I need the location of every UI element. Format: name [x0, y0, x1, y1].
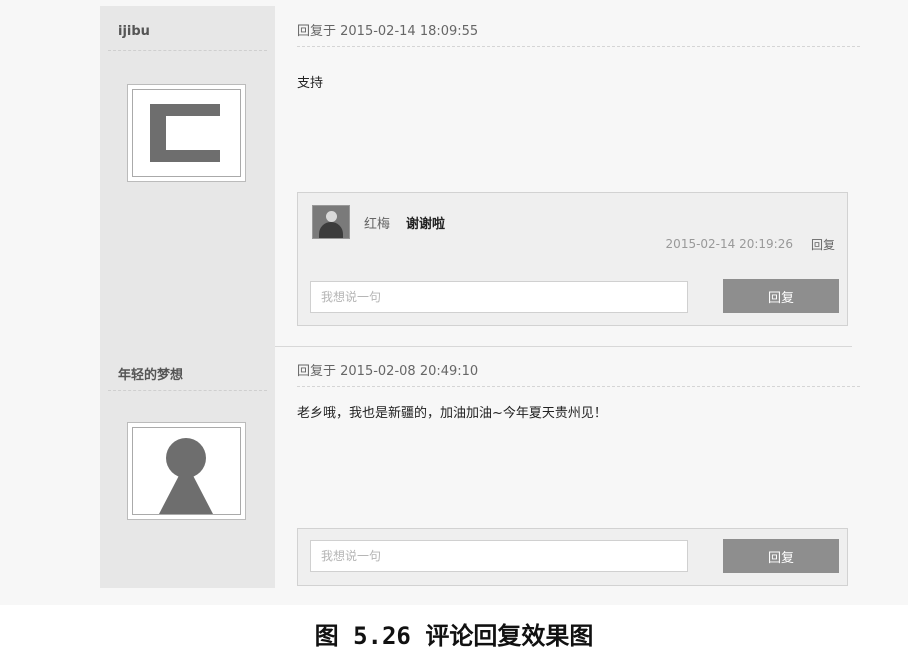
sub-reply-author[interactable]: 红梅 [364, 213, 390, 232]
comment-item: 年轻的梦想 回复于 2015-02-08 20:49:10 老乡哦，我也是新疆的… [100, 346, 860, 588]
reply-button[interactable]: 回复 [723, 539, 839, 573]
divider [108, 390, 267, 391]
avatar[interactable] [127, 84, 246, 182]
sub-reply-reply-link[interactable]: 回复 [811, 236, 835, 253]
comment-body: 回复于 2015-02-14 18:09:55 支持 红梅 谢谢啦 2015-0… [297, 6, 860, 346]
username[interactable]: 年轻的梦想 [118, 364, 183, 383]
reply-timestamp: 回复于 2015-02-08 20:49:10 [297, 364, 479, 379]
comment-item: ijibu 回复于 2015-02-14 18:09:55 支持 红梅 谢谢啦 … [100, 6, 860, 346]
user-sidebar: 年轻的梦想 [100, 346, 275, 588]
divider [108, 50, 267, 51]
reply-box: 红梅 谢谢啦 2015-02-14 20:19:26 回复 回复 [297, 192, 848, 326]
user-sidebar: ijibu [100, 6, 275, 346]
divider [297, 386, 860, 387]
reply-input[interactable] [310, 281, 688, 313]
sub-reply-item: 红梅 谢谢啦 2015-02-14 20:19:26 回复 [312, 205, 835, 265]
reply-input[interactable] [310, 540, 688, 572]
default-user-icon [159, 438, 213, 514]
comment-list-screenshot: ijibu 回复于 2015-02-14 18:09:55 支持 红梅 谢谢啦 … [0, 0, 908, 605]
reply-button[interactable]: 回复 [723, 279, 839, 313]
reply-timestamp: 回复于 2015-02-14 18:09:55 [297, 24, 479, 39]
user-photo-icon[interactable] [312, 205, 350, 239]
divider [297, 46, 860, 47]
comment-text: 支持 [297, 76, 324, 91]
avatar[interactable] [127, 422, 246, 520]
username[interactable]: ijibu [118, 24, 150, 39]
sub-reply-timestamp: 2015-02-14 20:19:26 [665, 237, 793, 251]
reply-box: 回复 [297, 528, 848, 586]
sub-reply-text: 谢谢啦 [406, 217, 446, 232]
figure-caption: 图 5.26 评论回复效果图 [314, 622, 594, 650]
comment-body: 回复于 2015-02-08 20:49:10 老乡哦，我也是新疆的，加油加油~… [297, 346, 860, 588]
letter-c-logo-icon [150, 104, 222, 162]
comment-text: 老乡哦，我也是新疆的，加油加油~今年夏天贵州见！ [297, 406, 607, 421]
